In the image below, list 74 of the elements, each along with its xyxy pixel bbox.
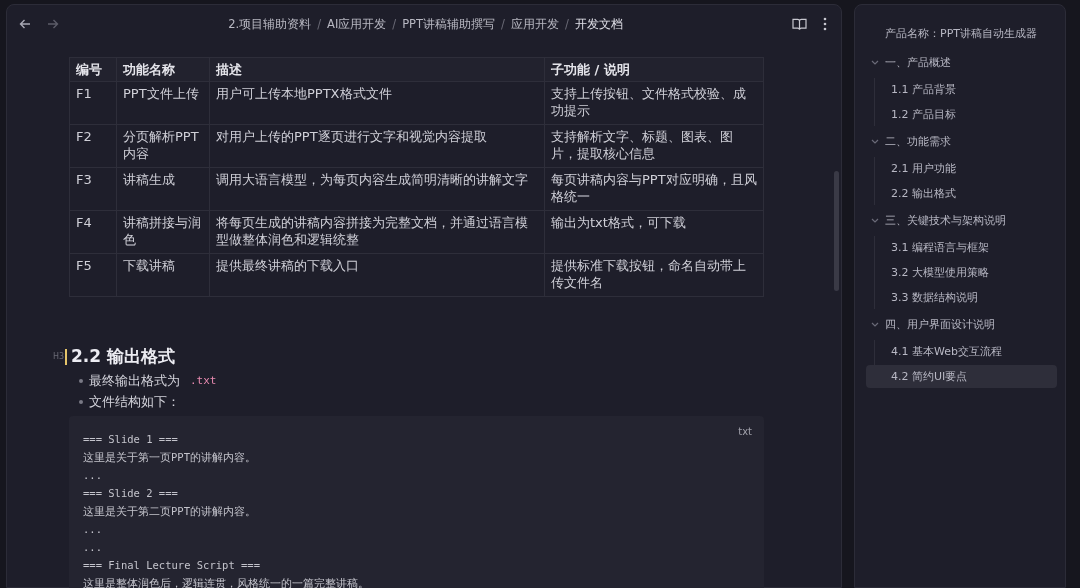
back-arrow-icon[interactable] <box>19 18 31 30</box>
outline-item[interactable]: 3.1 编程语言与框架 <box>866 236 1057 259</box>
bullet-dot <box>79 378 83 383</box>
breadcrumb-separator: / <box>564 16 569 32</box>
outline-item[interactable]: 四、用户界面设计说明 <box>885 317 995 332</box>
table-cell: 分页解析PPT内容 <box>116 124 210 168</box>
code-line: === Final Lecture Script === <box>83 558 260 573</box>
table-cell: F2 <box>69 124 117 168</box>
table-cell: 讲稿生成 <box>116 167 210 211</box>
table-cell: F4 <box>69 210 117 254</box>
table-cell: 讲稿拼接与润色 <box>116 210 210 254</box>
breadcrumb-item[interactable]: 2.项目辅助资料 <box>228 16 312 32</box>
outline-item[interactable]: 3.3 数据结构说明 <box>866 286 1057 309</box>
code-line: === Slide 2 === <box>83 486 178 501</box>
table-header-cell: 描述 <box>209 57 545 82</box>
table-cell: 用户可上传本地PPTX格式文件 <box>209 81 545 125</box>
table-cell: 每页讲稿内容与PPT对应明确，且风格统一 <box>544 167 764 211</box>
table-cell: 提供标准下载按钮，命名自动带上传文件名 <box>544 253 764 297</box>
table-cell: 输出为txt格式，可下载 <box>544 210 764 254</box>
outline-item[interactable]: 3.2 大模型使用策略 <box>866 261 1057 284</box>
outline-item[interactable]: 4.1 基本Web交互流程 <box>866 340 1057 363</box>
code-line: 这里是整体润色后，逻辑连贯，风格统一的一篇完整讲稿。 <box>83 576 369 588</box>
outline-item[interactable]: 2.2 输出格式 <box>866 182 1057 205</box>
table-header-cell: 功能名称 <box>116 57 210 82</box>
table-header-cell: 子功能 / 说明 <box>544 57 764 82</box>
bullet-text: 最终输出格式为 <box>89 371 180 390</box>
inline-code: .txt <box>190 374 217 387</box>
table-cell: 支持解析文字、标题、图表、图片，提取核心信息 <box>544 124 764 168</box>
book-icon[interactable] <box>792 17 807 31</box>
table-cell: 调用大语言模型，为每页内容生成简明清晰的讲解文字 <box>209 167 545 211</box>
more-options-icon[interactable] <box>823 17 827 31</box>
table-cell: 对用户上传的PPT逐页进行文字和视觉内容提取 <box>209 124 545 168</box>
code-line: ... <box>83 522 102 537</box>
code-line: 这里是关于第二页PPT的讲解内容。 <box>83 504 256 519</box>
forward-arrow-icon[interactable] <box>47 18 59 30</box>
outline-item[interactable]: 4.2 简约UI要点 <box>866 365 1057 388</box>
outline-item[interactable]: 1.1 产品背景 <box>866 78 1057 101</box>
chevron-icon[interactable] <box>871 322 879 327</box>
bullet-dot <box>79 399 83 404</box>
outline-item[interactable]: 产品名称：PPT讲稿自动生成器 <box>865 22 1057 49</box>
table-cell: PPT文件上传 <box>116 81 210 125</box>
code-line: ... <box>83 540 102 555</box>
outline-item[interactable]: 一、产品概述 <box>885 55 951 70</box>
breadcrumb-item[interactable]: PPT讲稿辅助撰写 <box>402 16 496 32</box>
bullet-text: 文件结构如下： <box>89 392 180 411</box>
table-cell: 将每页生成的讲稿内容拼接为完整文档，并通过语言模型做整体润色和逻辑统整 <box>209 210 545 254</box>
code-line: ... <box>83 468 102 483</box>
chevron-icon[interactable] <box>871 139 879 144</box>
section-heading: 2.2 输出格式 <box>71 345 176 368</box>
table-cell: F5 <box>69 253 117 297</box>
scrollbar-thumb[interactable] <box>834 171 839 291</box>
outline-item[interactable]: 1.2 产品目标 <box>866 103 1057 126</box>
breadcrumb-separator: / <box>392 16 397 32</box>
breadcrumb-item[interactable]: 应用开发 <box>510 16 559 32</box>
table-cell: F3 <box>69 167 117 211</box>
breadcrumb-item[interactable]: 开发文档 <box>574 16 623 32</box>
chevron-icon[interactable] <box>871 60 879 65</box>
code-line: === Slide 1 === <box>83 432 178 447</box>
chevron-icon[interactable] <box>871 218 879 223</box>
table-cell: 下载讲稿 <box>116 253 210 297</box>
breadcrumb-separator: / <box>501 16 505 32</box>
code-language-label: txt <box>738 426 752 437</box>
outline-item[interactable]: 2.1 用户功能 <box>866 157 1057 180</box>
table-cell: 支持上传按钮、文件格式校验、成功提示 <box>544 81 764 125</box>
table-header-cell: 编号 <box>69 57 117 82</box>
breadcrumb-item[interactable]: AI应用开发 <box>327 16 387 32</box>
code-line: 这里是关于第一页PPT的讲解内容。 <box>83 450 256 465</box>
table-cell: 提供最终讲稿的下载入口 <box>209 253 545 297</box>
table-cell: F1 <box>69 81 117 125</box>
outline-item[interactable]: 三、关键技术与架构说明 <box>885 213 1006 228</box>
heading-level-tag: H3 <box>53 352 65 361</box>
heading-marker <box>65 348 67 365</box>
breadcrumb-separator: / <box>317 16 322 32</box>
outline-item[interactable]: 二、功能需求 <box>885 134 951 149</box>
